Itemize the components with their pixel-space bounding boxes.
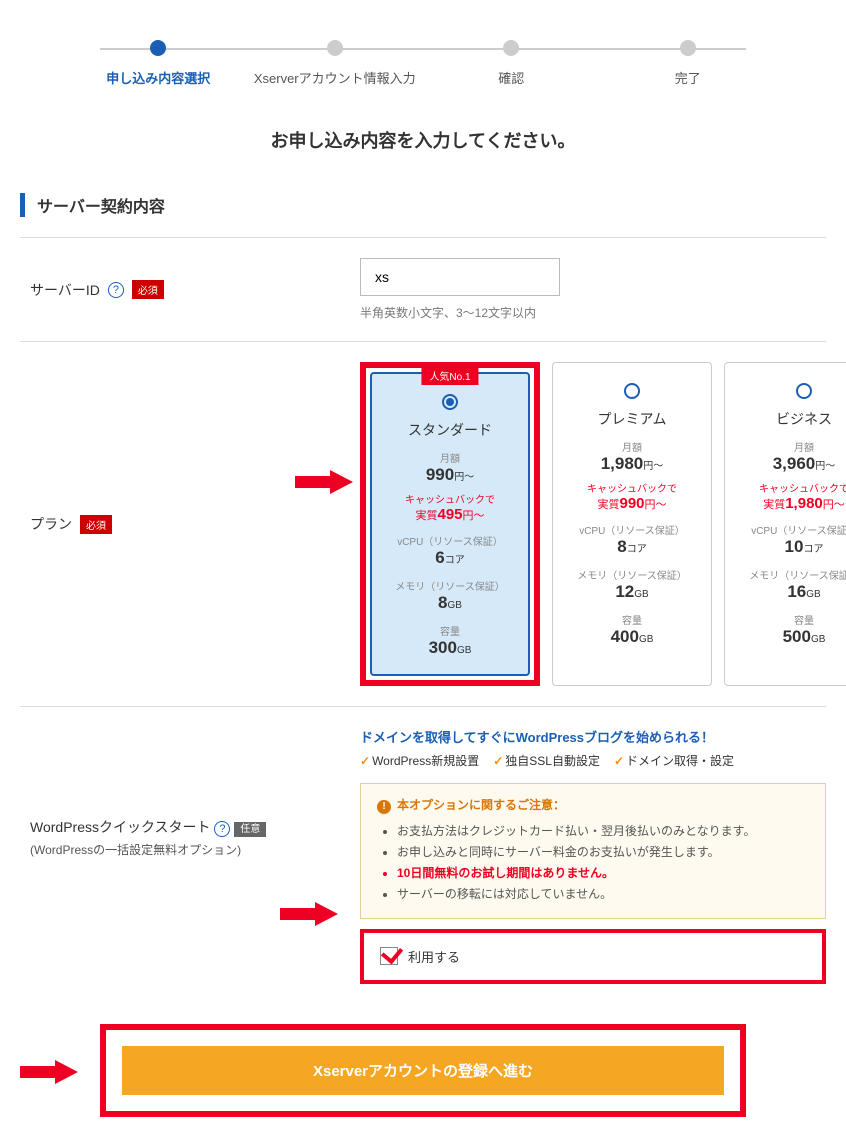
- step-3: 確認: [423, 40, 600, 87]
- notice-title: 本オプションに関するご注意：: [377, 796, 809, 814]
- required-badge: 必須: [80, 515, 112, 534]
- arrow-icon: [280, 899, 340, 929]
- quickstart-features: WordPress新規設置 独自SSL自動設定 ドメイン取得・設定: [360, 752, 826, 769]
- quickstart-intro: ドメインを取得してすぐにWordPressブログを始められる！: [360, 727, 826, 746]
- feature-item: 独自SSL自動設定: [493, 752, 600, 769]
- popular-badge: 人気No.1: [421, 366, 478, 385]
- radio-icon: [624, 383, 640, 399]
- step-label: 完了: [675, 68, 701, 87]
- plan-content: 人気No.1 スタンダード 月額 990円～ キャッシュバックで 実質495円～…: [360, 362, 846, 686]
- cashback-label: キャッシュバックで: [561, 480, 703, 495]
- quickstart-row: WordPressクイックスタート ? 任意 (WordPressの一括設定無料…: [20, 706, 826, 1004]
- label-text: WordPressクイックスタート: [30, 819, 211, 835]
- label-text: プラン: [30, 514, 72, 534]
- label-text: サーバーID: [30, 280, 100, 300]
- mem-value: 8GB: [380, 593, 520, 613]
- step-dot-icon: [150, 40, 166, 56]
- plan-row: プラン 必須 人気No.1 スタンダード 月額 990円～ キャッシュバックで …: [20, 341, 826, 706]
- monthly-label: 月額: [733, 439, 846, 454]
- disk-value: 400GB: [561, 627, 703, 647]
- cpu-value: 10コア: [733, 537, 846, 557]
- plan-options: 人気No.1 スタンダード 月額 990円～ キャッシュバックで 実質495円～…: [360, 362, 846, 686]
- server-id-hint: 半角英数小文字、3～12文字以内: [360, 304, 826, 321]
- radio-icon: [796, 383, 812, 399]
- mem-value: 16GB: [733, 582, 846, 602]
- quickstart-checkbox-row[interactable]: 利用する: [360, 929, 826, 984]
- cpu-label: vCPU（リソース保証）: [380, 533, 520, 548]
- step-label: Xserverアカウント情報入力: [254, 68, 416, 87]
- cashback-label: キャッシュバックで: [733, 480, 846, 495]
- plan-standard[interactable]: 人気No.1 スタンダード 月額 990円～ キャッシュバックで 実質495円～…: [370, 372, 530, 676]
- mem-label: メモリ（リソース保証）: [561, 567, 703, 582]
- sublabel-text: (WordPressの一括設定無料オプション): [30, 841, 266, 858]
- monthly-label: 月額: [380, 450, 520, 465]
- checkbox-icon: [380, 947, 398, 965]
- plan-name: プレミアム: [561, 409, 703, 429]
- plan-business[interactable]: ビジネス 月額 3,960円～ キャッシュバックで 実質1,980円～ vCPU…: [724, 362, 846, 686]
- notice-list: お支払方法はクレジットカード払い・翌月後払いのみとなります。 お申し込みと同時に…: [377, 822, 809, 902]
- step-1: 申し込み内容選択: [70, 40, 247, 87]
- server-id-label: サーバーID ? 必須: [20, 258, 360, 321]
- step-dot-icon: [680, 40, 696, 56]
- server-id-row: サーバーID ? 必須 半角英数小文字、3～12文字以内: [20, 237, 826, 341]
- cashback-value: 実質1,980円～: [733, 495, 846, 512]
- step-2: Xserverアカウント情報入力: [247, 40, 424, 87]
- notice-item: お支払方法はクレジットカード払い・翌月後払いのみとなります。: [397, 822, 809, 839]
- step-dot-icon: [503, 40, 519, 56]
- step-label: 確認: [498, 68, 524, 87]
- feature-item: WordPress新規設置: [360, 752, 479, 769]
- cashback-value: 実質495円～: [380, 506, 520, 523]
- radio-icon: [442, 394, 458, 410]
- cashback-value: 実質990円～: [561, 495, 703, 512]
- arrow-icon: [295, 467, 355, 497]
- help-icon[interactable]: ?: [108, 282, 124, 298]
- step-4: 完了: [600, 40, 777, 87]
- step-label: 申し込み内容選択: [106, 68, 210, 87]
- required-badge: 必須: [132, 280, 164, 299]
- mem-label: メモリ（リソース保証）: [733, 567, 846, 582]
- server-id-input[interactable]: [360, 258, 560, 296]
- disk-value: 300GB: [380, 638, 520, 658]
- page-subtitle: お申し込み内容を入力してください。: [20, 127, 826, 153]
- monthly-value: 3,960円～: [733, 454, 846, 474]
- progress-stepper: 申し込み内容選択 Xserverアカウント情報入力 確認 完了: [70, 40, 776, 87]
- quickstart-content: ドメインを取得してすぐにWordPressブログを始められる！ WordPres…: [360, 727, 826, 984]
- cpu-value: 8コア: [561, 537, 703, 557]
- disk-label: 容量: [380, 623, 520, 638]
- arrow-icon: [20, 1057, 80, 1087]
- section-header: サーバー契約内容: [20, 193, 826, 217]
- plan-premium[interactable]: プレミアム 月額 1,980円～ キャッシュバックで 実質990円～ vCPU（…: [552, 362, 712, 686]
- submit-highlight: Xserverアカウントの登録へ進む: [100, 1024, 746, 1117]
- cpu-value: 6コア: [380, 548, 520, 568]
- plan-name: ビジネス: [733, 409, 846, 429]
- monthly-value: 990円～: [380, 465, 520, 485]
- plan-label: プラン 必須: [20, 362, 360, 686]
- mem-value: 12GB: [561, 582, 703, 602]
- mem-label: メモリ（リソース保証）: [380, 578, 520, 593]
- disk-label: 容量: [733, 612, 846, 627]
- notice-box: 本オプションに関するご注意： お支払方法はクレジットカード払い・翌月後払いのみと…: [360, 783, 826, 919]
- disk-label: 容量: [561, 612, 703, 627]
- monthly-value: 1,980円～: [561, 454, 703, 474]
- optional-badge: 任意: [234, 822, 266, 837]
- cashback-label: キャッシュバックで: [380, 491, 520, 506]
- notice-item: サーバーの移転には対応していません。: [397, 885, 809, 902]
- disk-value: 500GB: [733, 627, 846, 647]
- notice-item: 10日間無料のお試し期間はありません。: [397, 864, 809, 881]
- help-icon[interactable]: ?: [214, 821, 230, 837]
- step-dot-icon: [327, 40, 343, 56]
- plan-highlight: 人気No.1 スタンダード 月額 990円～ キャッシュバックで 実質495円～…: [360, 362, 540, 686]
- submit-button[interactable]: Xserverアカウントの登録へ進む: [122, 1046, 724, 1095]
- cpu-label: vCPU（リソース保証）: [733, 522, 846, 537]
- plan-name: スタンダード: [380, 420, 520, 440]
- checkbox-label: 利用する: [408, 947, 460, 966]
- cpu-label: vCPU（リソース保証）: [561, 522, 703, 537]
- server-id-content: 半角英数小文字、3～12文字以内: [360, 258, 826, 321]
- monthly-label: 月額: [561, 439, 703, 454]
- feature-item: ドメイン取得・設定: [614, 752, 734, 769]
- quickstart-label: WordPressクイックスタート ? 任意 (WordPressの一括設定無料…: [20, 727, 360, 984]
- notice-item: お申し込みと同時にサーバー料金のお支払いが発生します。: [397, 843, 809, 860]
